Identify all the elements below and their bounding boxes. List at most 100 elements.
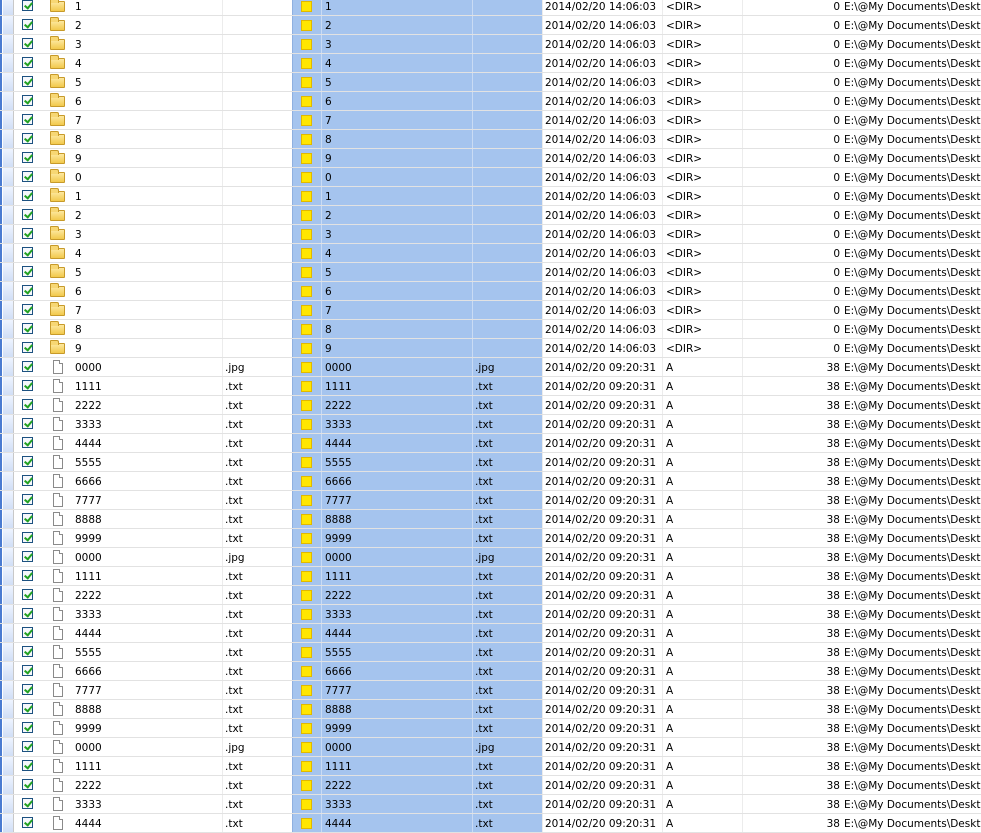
checkbox-checked-icon[interactable] — [22, 722, 33, 733]
checkbox-checked-icon[interactable] — [22, 551, 33, 562]
new-name[interactable]: 5 — [321, 73, 472, 91]
row-selector[interactable] — [0, 187, 14, 205]
row-checkbox-cell[interactable] — [14, 377, 44, 395]
new-name[interactable]: 4444 — [321, 814, 472, 832]
checkbox-checked-icon[interactable] — [22, 228, 33, 239]
new-extension[interactable]: .txt — [472, 700, 542, 718]
new-name[interactable]: 8 — [321, 130, 472, 148]
row-selector[interactable] — [0, 529, 14, 547]
row-checkbox-cell[interactable] — [14, 73, 44, 91]
row-checkbox-cell[interactable] — [14, 738, 44, 756]
new-name[interactable]: 3333 — [321, 795, 472, 813]
row-selector[interactable] — [0, 719, 14, 737]
table-row[interactable]: 0000 .jpg 0000 .jpg 2014/02/20 09:20:31 A 38 E:… — [0, 358, 981, 377]
table-row[interactable]: 6 6 2014/02/20 14:06:03 <DIR> 0 E:\@My Docume… — [0, 92, 981, 111]
row-checkbox-cell[interactable] — [14, 396, 44, 414]
new-name[interactable]: 5555 — [321, 453, 472, 471]
checkbox-checked-icon[interactable] — [22, 684, 33, 695]
new-name[interactable]: 9999 — [321, 529, 472, 547]
new-extension[interactable]: .txt — [472, 776, 542, 794]
new-name[interactable]: 7 — [321, 301, 472, 319]
checkbox-checked-icon[interactable] — [22, 532, 33, 543]
row-checkbox-cell[interactable] — [14, 54, 44, 72]
row-checkbox-cell[interactable] — [14, 491, 44, 509]
new-name[interactable]: 8888 — [321, 700, 472, 718]
row-selector[interactable] — [0, 320, 14, 338]
row-checkbox-cell[interactable] — [14, 282, 44, 300]
row-selector[interactable] — [0, 472, 14, 490]
new-extension[interactable]: .txt — [472, 757, 542, 775]
new-name[interactable]: 2222 — [321, 396, 472, 414]
new-extension[interactable]: .txt — [472, 491, 542, 509]
row-checkbox-cell[interactable] — [14, 16, 44, 34]
row-selector[interactable] — [0, 681, 14, 699]
new-name[interactable]: 7 — [321, 111, 472, 129]
table-row[interactable]: 6 6 2014/02/20 14:06:03 <DIR> 0 E:\@My Docume… — [0, 282, 981, 301]
row-selector[interactable] — [0, 415, 14, 433]
row-checkbox-cell[interactable] — [14, 757, 44, 775]
new-extension[interactable] — [472, 54, 542, 72]
table-row[interactable]: 9 9 2014/02/20 14:06:03 <DIR> 0 E:\@My Docume… — [0, 149, 981, 168]
row-selector[interactable] — [0, 0, 14, 15]
row-checkbox-cell[interactable] — [14, 776, 44, 794]
row-checkbox-cell[interactable] — [14, 472, 44, 490]
new-name[interactable]: 1111 — [321, 567, 472, 585]
table-row[interactable]: 2222 .txt 2222 .txt 2014/02/20 09:20:31 A 38 E:… — [0, 776, 981, 795]
new-name[interactable]: 0000 — [321, 548, 472, 566]
table-row[interactable]: 8 8 2014/02/20 14:06:03 <DIR> 0 E:\@My Docume… — [0, 130, 981, 149]
table-row[interactable]: 2222 .txt 2222 .txt 2014/02/20 09:20:31 A 38 E:… — [0, 396, 981, 415]
table-row[interactable]: 3 3 2014/02/20 14:06:03 <DIR> 0 E:\@My Docume… — [0, 225, 981, 244]
row-selector[interactable] — [0, 54, 14, 72]
new-extension[interactable]: .txt — [472, 415, 542, 433]
new-extension[interactable]: .txt — [472, 377, 542, 395]
checkbox-checked-icon[interactable] — [22, 627, 33, 638]
table-row[interactable]: 5 5 2014/02/20 14:06:03 <DIR> 0 E:\@My Docume… — [0, 73, 981, 92]
checkbox-checked-icon[interactable] — [22, 494, 33, 505]
checkbox-checked-icon[interactable] — [22, 589, 33, 600]
row-checkbox-cell[interactable] — [14, 624, 44, 642]
new-extension[interactable] — [472, 206, 542, 224]
table-row[interactable]: 2 2 2014/02/20 14:06:03 <DIR> 0 E:\@My Docume… — [0, 16, 981, 35]
new-extension[interactable]: .txt — [472, 453, 542, 471]
new-extension[interactable]: .txt — [472, 396, 542, 414]
row-selector[interactable] — [0, 225, 14, 243]
checkbox-checked-icon[interactable] — [22, 418, 33, 429]
checkbox-checked-icon[interactable] — [22, 76, 33, 87]
table-row[interactable]: 4 4 2014/02/20 14:06:03 <DIR> 0 E:\@My Docume… — [0, 54, 981, 73]
row-selector[interactable] — [0, 434, 14, 452]
new-extension[interactable] — [472, 168, 542, 186]
row-selector[interactable] — [0, 73, 14, 91]
row-checkbox-cell[interactable] — [14, 206, 44, 224]
row-selector[interactable] — [0, 92, 14, 110]
checkbox-checked-icon[interactable] — [22, 456, 33, 467]
row-selector[interactable] — [0, 111, 14, 129]
new-name[interactable]: 2222 — [321, 776, 472, 794]
row-checkbox-cell[interactable] — [14, 567, 44, 585]
table-row[interactable]: 4444 .txt 4444 .txt 2014/02/20 09:20:31 A 38 E:… — [0, 814, 981, 833]
row-selector[interactable] — [0, 586, 14, 604]
checkbox-checked-icon[interactable] — [22, 361, 33, 372]
row-selector[interactable] — [0, 605, 14, 623]
table-row[interactable]: 9999 .txt 9999 .txt 2014/02/20 09:20:31 A 38 E:… — [0, 719, 981, 738]
new-extension[interactable] — [472, 16, 542, 34]
table-row[interactable]: 5555 .txt 5555 .txt 2014/02/20 09:20:31 A 38 E:… — [0, 643, 981, 662]
new-name[interactable]: 2 — [321, 16, 472, 34]
table-row[interactable]: 0000 .jpg 0000 .jpg 2014/02/20 09:20:31 A 38 E:… — [0, 548, 981, 567]
table-row[interactable]: 6666 .txt 6666 .txt 2014/02/20 09:20:31 A 38 E:… — [0, 662, 981, 681]
new-extension[interactable]: .txt — [472, 510, 542, 528]
table-row[interactable]: 3333 .txt 3333 .txt 2014/02/20 09:20:31 A 38 E:… — [0, 415, 981, 434]
new-extension[interactable] — [472, 149, 542, 167]
new-name[interactable]: 2222 — [321, 586, 472, 604]
checkbox-checked-icon[interactable] — [22, 798, 33, 809]
row-selector[interactable] — [0, 301, 14, 319]
new-extension[interactable] — [472, 0, 542, 15]
table-row[interactable]: 2 2 2014/02/20 14:06:03 <DIR> 0 E:\@My Docume… — [0, 206, 981, 225]
checkbox-checked-icon[interactable] — [22, 570, 33, 581]
checkbox-checked-icon[interactable] — [22, 133, 33, 144]
row-checkbox-cell[interactable] — [14, 605, 44, 623]
new-extension[interactable] — [472, 92, 542, 110]
table-row[interactable]: 7777 .txt 7777 .txt 2014/02/20 09:20:31 A 38 E:… — [0, 491, 981, 510]
new-name[interactable]: 7777 — [321, 681, 472, 699]
row-selector[interactable] — [0, 567, 14, 585]
row-checkbox-cell[interactable] — [14, 415, 44, 433]
